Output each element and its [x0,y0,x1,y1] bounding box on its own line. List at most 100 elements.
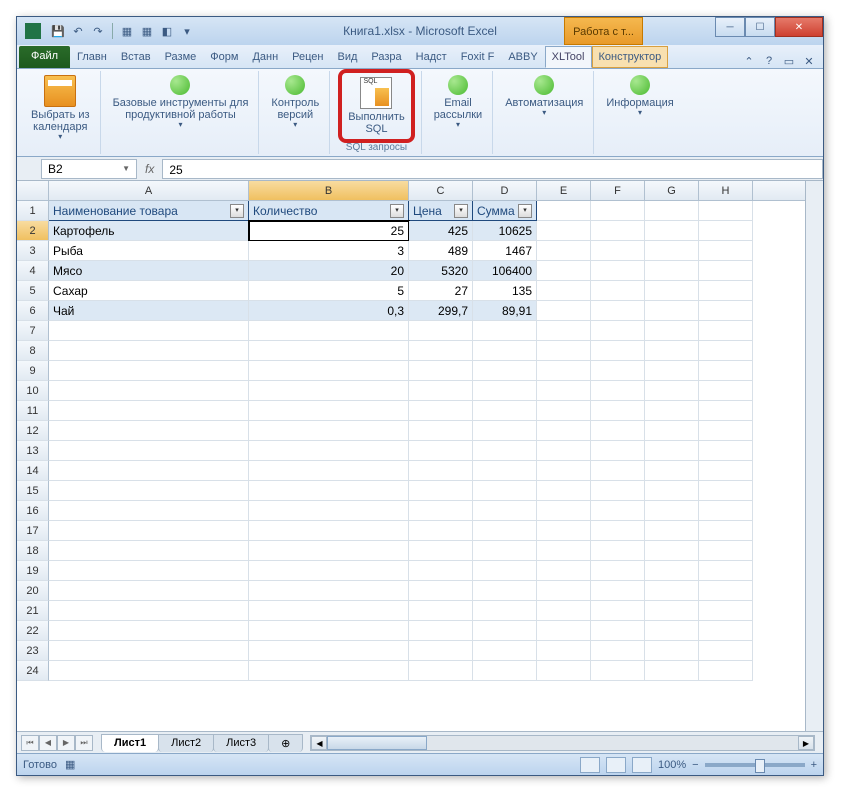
cell[interactable] [699,261,753,281]
row-header[interactable]: 20 [17,581,49,601]
cell[interactable] [591,541,645,561]
cell[interactable] [591,241,645,261]
cell[interactable] [409,581,473,601]
row-header[interactable]: 16 [17,501,49,521]
cell[interactable] [473,521,537,541]
row-header[interactable]: 2 [17,221,49,241]
cell[interactable] [591,361,645,381]
row-header[interactable]: 5 [17,281,49,301]
cell[interactable] [591,321,645,341]
cell[interactable] [591,501,645,521]
cell[interactable] [409,621,473,641]
cell[interactable] [537,541,591,561]
cell[interactable] [645,321,699,341]
restore-workbook-icon[interactable]: ▭ [781,55,797,68]
cell[interactable] [537,421,591,441]
tab-formulas[interactable]: Форм [203,46,245,68]
cell[interactable] [699,361,753,381]
row-header[interactable]: 21 [17,601,49,621]
tab-review[interactable]: Рецен [285,46,330,68]
cell[interactable] [49,621,249,641]
cell[interactable]: 3 [249,241,409,261]
cell[interactable] [537,301,591,321]
tab-layout[interactable]: Разме [158,46,204,68]
cell[interactable] [473,581,537,601]
cell[interactable] [537,321,591,341]
cell[interactable] [699,321,753,341]
view-pagebreak-button[interactable] [632,757,652,773]
file-tab[interactable]: Файл [19,46,70,68]
qat-extra2[interactable]: ▦ [138,22,156,40]
cell[interactable] [537,601,591,621]
cell[interactable] [49,541,249,561]
cell[interactable] [591,461,645,481]
cell[interactable] [699,421,753,441]
minimize-button[interactable]: ─ [715,17,745,37]
cell[interactable]: Сахар [49,281,249,301]
cell[interactable] [473,661,537,681]
cell[interactable] [591,281,645,301]
cell[interactable] [699,561,753,581]
cell[interactable] [699,601,753,621]
name-box[interactable]: B2▼ [41,159,137,179]
cell[interactable] [537,361,591,381]
cell[interactable] [409,421,473,441]
cell[interactable] [49,581,249,601]
cell[interactable] [537,201,591,221]
cell[interactable] [537,261,591,281]
row-header[interactable]: 3 [17,241,49,261]
cell[interactable] [409,481,473,501]
cell[interactable]: 10625 [473,221,537,241]
cell[interactable] [537,501,591,521]
cell[interactable] [537,281,591,301]
cell[interactable] [49,561,249,581]
cell[interactable] [473,541,537,561]
help-icon[interactable]: ? [761,55,777,68]
cell[interactable] [473,501,537,521]
row-header[interactable]: 4 [17,261,49,281]
cell[interactable] [699,461,753,481]
cell[interactable] [49,441,249,461]
cell[interactable] [645,221,699,241]
cell[interactable]: 5 [249,281,409,301]
row-header[interactable]: 15 [17,481,49,501]
sheet-nav-next[interactable]: ▶ [57,735,75,751]
cell[interactable] [537,441,591,461]
cell[interactable] [699,661,753,681]
cell[interactable]: 1467 [473,241,537,261]
cell[interactable] [699,201,753,221]
cell[interactable] [49,521,249,541]
fx-icon[interactable]: fx [145,162,154,176]
row-header[interactable]: 1 [17,201,49,221]
cell[interactable] [473,641,537,661]
cell[interactable] [473,421,537,441]
cell[interactable]: 27 [409,281,473,301]
cell[interactable] [537,581,591,601]
zoom-level[interactable]: 100% [658,759,686,771]
cell[interactable] [645,361,699,381]
cell[interactable] [645,561,699,581]
cell[interactable]: Рыба [49,241,249,261]
cell[interactable] [473,561,537,581]
cell[interactable] [699,381,753,401]
cell[interactable] [249,621,409,641]
cell[interactable] [249,401,409,421]
email-button[interactable]: Email рассылки [430,73,487,132]
row-header[interactable]: 10 [17,381,49,401]
cell[interactable] [537,621,591,641]
close-button[interactable]: ✕ [775,17,823,37]
cell[interactable] [49,641,249,661]
cell[interactable] [537,481,591,501]
cell[interactable]: 5320 [409,261,473,281]
tab-home[interactable]: Главн [70,46,114,68]
cell[interactable] [49,321,249,341]
cell[interactable] [249,601,409,621]
cell[interactable] [699,641,753,661]
cell[interactable] [249,441,409,461]
row-header[interactable]: 11 [17,401,49,421]
tab-insert[interactable]: Встав [114,46,158,68]
cell[interactable] [645,281,699,301]
qat-extra1[interactable]: ▦ [118,22,136,40]
row-header[interactable]: 24 [17,661,49,681]
cell[interactable] [473,321,537,341]
